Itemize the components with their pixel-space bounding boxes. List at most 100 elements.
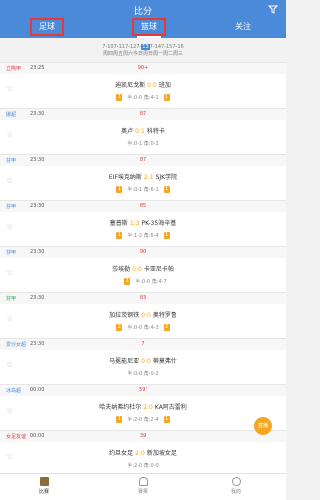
home-team: 哈夫纳弗约杜尔 — [99, 404, 142, 411]
selected-date[interactable]: 13 — [141, 44, 150, 50]
match-score: 2:1 — [143, 174, 154, 181]
match-status: 87 — [139, 111, 147, 117]
match-row[interactable]: 芬甲 23:30 90 ☆ 莎埃勒 0:0 卡亚尼卡帕 1 半:0-0 角:4-7 — [0, 246, 286, 292]
match-teams: 奥卢 0:1 科特卡 — [0, 126, 286, 135]
match-body[interactable]: ☆ 莎埃勒 0:0 卡亚尼卡帕 1 半:0-0 角:4-7 — [0, 258, 286, 292]
date-list[interactable]: 7-107-117-127-137-147-157-16 — [0, 44, 286, 51]
home-team: 迪凯尼戈斯 — [115, 82, 146, 89]
card-badge: 1 — [116, 186, 123, 193]
half-corner-stats: 半:0-0 角:4-3 — [127, 325, 159, 331]
match-score: 2:0 — [143, 404, 153, 411]
user-icon — [231, 477, 241, 486]
match-status: 85 — [139, 203, 147, 209]
card-badge: 1 — [116, 94, 123, 101]
match-teams: 加拉茨钢铁 0:0 奥特罗鲁 — [0, 310, 286, 319]
match-row[interactable]: 冰岛超 00:00 59' ☆ 哈夫纳弗约杜尔 2:0 KA阿古雷利 1 半:2-0 角:2-4… — [0, 384, 286, 430]
home-team: 约旦女足 — [109, 450, 134, 457]
match-body[interactable]: ☆ 塞普斯 1:3 PK-35海辛基 1 半:1-2 角:6-4 1 — [0, 212, 286, 246]
away-team: 卡亚尼卡帕 — [143, 266, 174, 273]
home-team: 塞普斯 — [109, 220, 128, 227]
match-header: 冰岛超 00:00 59' — [0, 384, 286, 396]
match-stats: 1 半:0-0 角:4-7 — [0, 278, 286, 285]
half-corner-stats: 半:2-0 角:2-4 — [127, 417, 159, 423]
away-team: 科特卡 — [146, 128, 165, 135]
match-body[interactable]: ☆ 奥卢 0:1 科特卡 半:0-1 角:0-2 — [0, 120, 286, 154]
match-teams: EIF埃克纳斯 2:1 SJK学院 — [0, 172, 286, 181]
match-list: 立陶甲 23:25 90+ ☆ 迪凯尼戈斯 0:0 班加 1 半:0-0 角:4-1 1 挪超 23:… — [0, 62, 286, 476]
match-body[interactable]: ☆ 哈夫纳弗约杜尔 2:0 KA阿古雷利 1 半:2-0 角:2-4 1 — [0, 396, 286, 430]
home-team: 奥卢 — [121, 128, 134, 135]
match-stats: 半:2-0 角:0-0 — [0, 462, 286, 469]
match-status: 7 — [141, 341, 145, 347]
home-team: 加拉茨钢铁 — [109, 312, 140, 319]
match-teams: 约旦女足 2:0 新加坡女足 — [0, 448, 286, 457]
card-badge: 2 — [163, 324, 170, 331]
match-score: 0:0 — [141, 312, 151, 319]
away-team: PK-35海辛基 — [141, 220, 177, 227]
home-team: 莎埃勒 — [112, 266, 131, 273]
match-body[interactable]: ☆ EIF埃克纳斯 2:1 SJK学院 1 半:0-1 角:6-1 1 — [0, 166, 286, 200]
half-corner-stats: 半:2-0 角:0-0 — [127, 463, 159, 469]
match-header: 芬甲 23:30 83 — [0, 292, 286, 304]
match-header: 女足友谊 00:00 39 — [0, 430, 286, 442]
nav-profile[interactable]: 我的 — [216, 477, 256, 495]
weekday-list: 周四周五周六今日周日周一周二周三 — [102, 51, 183, 57]
half-corner-stats: 半:0-0 角:4-7 — [135, 279, 167, 285]
match-status: 90 — [139, 249, 147, 255]
match-status: 90+ — [137, 65, 149, 71]
match-row[interactable]: 爱沙女超 23:30 7 ☆ 马冕能尼亚 0:0 蒂莫弗什 半:0-0 角:0-2 — [0, 338, 286, 384]
match-score: 1:3 — [129, 220, 140, 227]
match-status: 39 — [139, 433, 147, 439]
card-badge: 1 — [163, 232, 170, 239]
card-badge: 1 — [124, 278, 131, 285]
match-header: 芬甲 23:30 90 — [0, 246, 286, 258]
date-bar[interactable]: 7-107-117-127-137-147-157-16 周四周五周六今日周日周… — [0, 44, 286, 58]
match-body[interactable]: ☆ 加拉茨钢铁 0:0 奥特罗鲁 2 半:0-0 角:4-3 2 — [0, 304, 286, 338]
match-body[interactable]: ☆ 迪凯尼戈斯 0:0 班加 1 半:0-0 角:4-1 1 — [0, 74, 286, 108]
tab-follow[interactable]: 关注 — [228, 18, 258, 36]
tab-football[interactable]: 足球 — [30, 18, 64, 36]
match-row[interactable]: 立陶甲 23:25 90+ ☆ 迪凯尼戈斯 0:0 班加 1 半:0-0 角:4-1 1 — [0, 62, 286, 108]
match-stats: 2 半:0-0 角:4-3 2 — [0, 324, 286, 331]
live-button[interactable]: 直播 — [254, 417, 272, 435]
match-row[interactable]: 芬甲 23:30 87 ☆ EIF埃克纳斯 2:1 SJK学院 1 半:0-1 角:6-1 1 — [0, 154, 286, 200]
match-teams: 马冕能尼亚 0:0 蒂莫弗什 — [0, 356, 286, 365]
match-stats: 1 半:2-0 角:2-4 1 — [0, 416, 286, 423]
calendar-icon — [39, 477, 49, 486]
half-corner-stats: 半:1-2 角:6-4 — [127, 233, 159, 239]
app-page: 比分 足球 篮球 关注 7-107-117-127-137-147-157-16… — [0, 0, 286, 500]
match-stats: 半:0-0 角:0-2 — [0, 370, 286, 377]
card-badge: 1 — [163, 94, 170, 101]
app-header: 比分 足球 篮球 关注 — [0, 0, 286, 38]
match-header: 芬甲 23:30 85 — [0, 200, 286, 212]
match-row[interactable]: 女足友谊 00:00 39 ☆ 约旦女足 2:0 新加坡女足 半:2-0 角:0-0 — [0, 430, 286, 476]
match-row[interactable]: 挪超 23:30 87 ☆ 奥卢 0:1 科特卡 半:0-1 角:0-2 — [0, 108, 286, 154]
sport-tabs: 足球 篮球 关注 — [0, 18, 286, 38]
away-team: 奥特罗鲁 — [152, 312, 177, 319]
page-title: 比分 — [133, 7, 152, 17]
match-score: 0:0 — [132, 266, 142, 273]
match-status: 83 — [139, 295, 147, 301]
nav-results[interactable]: 赛果 — [123, 477, 163, 495]
match-score: 2:0 — [135, 450, 145, 457]
away-team: SJK学院 — [155, 174, 178, 181]
filter-icon[interactable] — [268, 4, 278, 14]
match-row[interactable]: 芬甲 23:30 83 ☆ 加拉茨钢铁 0:0 奥特罗鲁 2 半:0-0 角:4-3 2 — [0, 292, 286, 338]
match-row[interactable]: 芬甲 23:30 85 ☆ 塞普斯 1:3 PK-35海辛基 1 半:1-2 角:6-4 1 — [0, 200, 286, 246]
tab-basketball[interactable]: 篮球 — [132, 18, 166, 36]
home-team: 马冕能尼亚 — [109, 358, 140, 365]
match-teams: 迪凯尼戈斯 0:0 班加 — [0, 80, 286, 89]
card-badge: 1 — [116, 416, 123, 423]
bottom-nav: 比赛 赛果 我的 — [0, 473, 286, 500]
match-status: 87 — [139, 157, 147, 163]
card-badge: 1 — [116, 232, 123, 239]
away-team: KA阿古雷利 — [154, 404, 187, 411]
away-team: 蒂莫弗什 — [152, 358, 177, 365]
trophy-icon — [138, 477, 148, 486]
match-score: 0:0 — [141, 358, 151, 365]
card-badge: 1 — [163, 416, 170, 423]
nav-matches[interactable]: 比赛 — [24, 477, 64, 495]
match-stats: 1 半:0-0 角:4-1 1 — [0, 94, 286, 101]
match-body[interactable]: ☆ 约旦女足 2:0 新加坡女足 半:2-0 角:0-0 — [0, 442, 286, 476]
match-body[interactable]: ☆ 马冕能尼亚 0:0 蒂莫弗什 半:0-0 角:0-2 — [0, 350, 286, 384]
